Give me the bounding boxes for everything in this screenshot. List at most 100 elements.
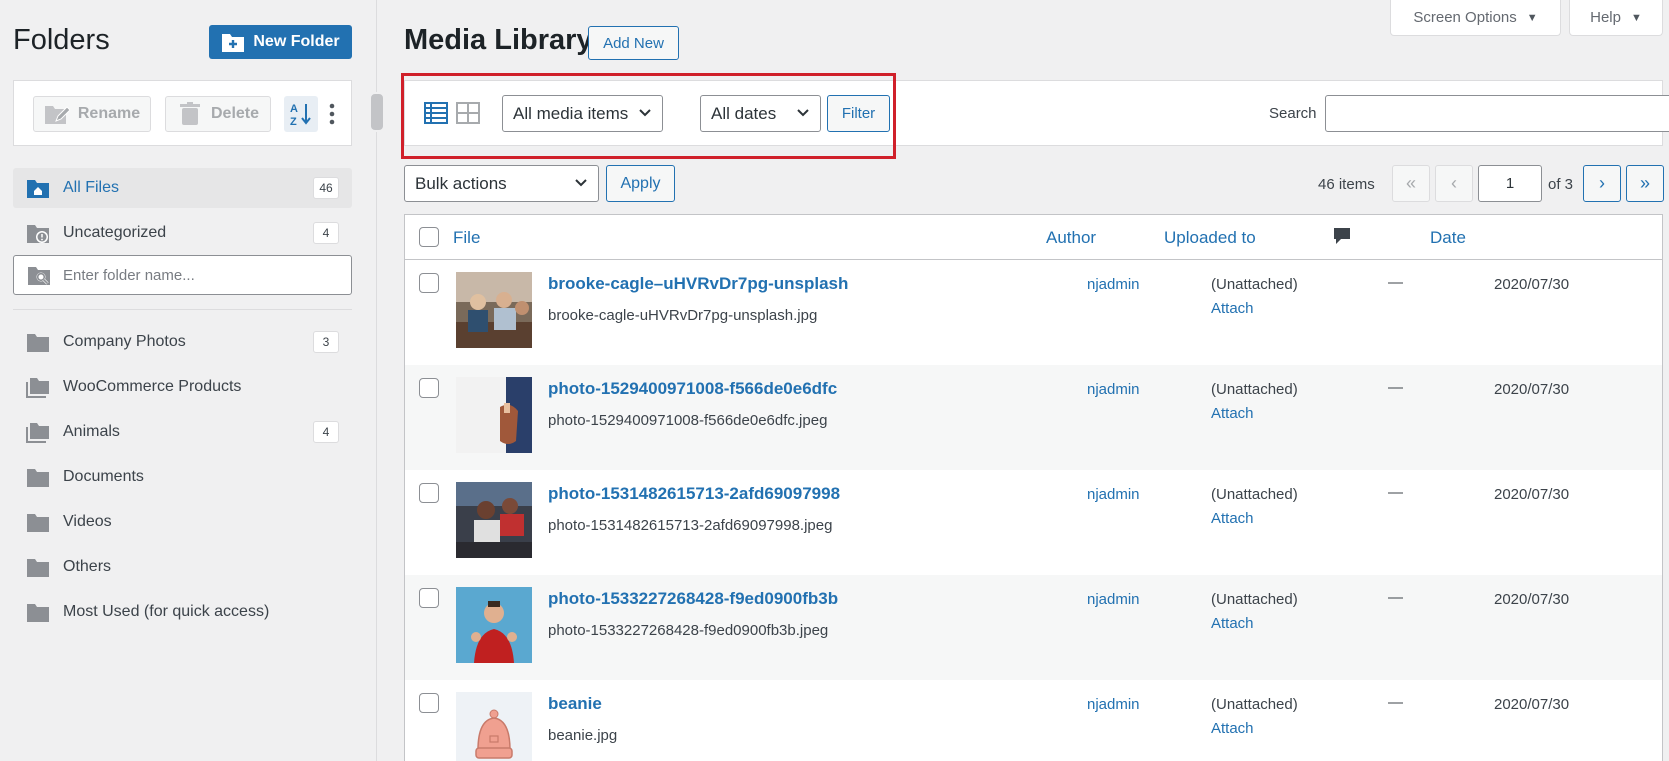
folder-item-others[interactable]: Others bbox=[13, 547, 352, 587]
folder-name-input[interactable] bbox=[63, 266, 333, 284]
media-title-link[interactable]: photo-1533227268428-f9ed0900fb3b bbox=[548, 589, 838, 609]
uploaded-to-status: (Unattached) bbox=[1211, 486, 1298, 503]
add-new-button[interactable]: Add New bbox=[588, 26, 679, 60]
row-checkbox[interactable] bbox=[419, 378, 439, 398]
comment-count: — bbox=[1388, 274, 1403, 291]
folder-item-uncategorized[interactable]: Uncategorized 4 bbox=[13, 213, 352, 253]
media-filename: beanie.jpg bbox=[548, 727, 618, 744]
sidebar-divider bbox=[13, 309, 352, 310]
folders-title: Folders bbox=[13, 24, 110, 56]
author-link[interactable]: njadmin bbox=[1087, 381, 1140, 398]
comment-count: — bbox=[1388, 484, 1403, 501]
total-pages: of 3 bbox=[1548, 176, 1574, 193]
chevron-down-icon bbox=[575, 179, 587, 187]
author-link[interactable]: njadmin bbox=[1087, 276, 1140, 293]
media-thumbnail[interactable] bbox=[456, 377, 532, 453]
folder-item-company-photos[interactable]: Company Photos 3 bbox=[13, 322, 352, 362]
attach-link[interactable]: Attach bbox=[1211, 720, 1254, 737]
sort-az-button[interactable]: AZ bbox=[284, 96, 318, 132]
screen-options-button[interactable]: Screen Options ▼ bbox=[1390, 0, 1561, 36]
table-row: beanie beanie.jpg njadmin (Unattached) A… bbox=[405, 680, 1662, 761]
bulk-actions-select[interactable]: Bulk actions bbox=[404, 165, 599, 202]
media-title-link[interactable]: beanie bbox=[548, 694, 602, 714]
more-options-button[interactable] bbox=[324, 96, 340, 132]
media-title-link[interactable]: photo-1531482615713-2afd69097998 bbox=[548, 484, 840, 504]
filter-button[interactable]: Filter bbox=[827, 95, 890, 132]
first-page-button[interactable]: « bbox=[1392, 165, 1430, 202]
folder-count-badge: 3 bbox=[313, 331, 339, 353]
folder-name-search[interactable] bbox=[13, 255, 352, 295]
folder-label: Most Used (for quick access) bbox=[63, 603, 270, 620]
svg-text:A: A bbox=[290, 103, 298, 115]
folder-count-badge: 4 bbox=[313, 222, 339, 244]
media-thumbnail[interactable] bbox=[456, 272, 532, 348]
folder-label: Uncategorized bbox=[63, 224, 167, 241]
help-button[interactable]: Help ▼ bbox=[1569, 0, 1663, 36]
chevron-down-icon bbox=[639, 109, 651, 117]
folder-item-videos[interactable]: Videos bbox=[13, 502, 352, 542]
folder-item-all-files[interactable]: All Files 46 bbox=[13, 168, 352, 208]
table-row: photo-1531482615713-2afd69097998 photo-1… bbox=[405, 470, 1662, 575]
row-checkbox[interactable] bbox=[419, 693, 439, 713]
folder-icon bbox=[26, 601, 50, 623]
media-filter-bar: All media items All dates Filter Search bbox=[404, 80, 1669, 146]
media-thumbnail[interactable] bbox=[456, 482, 532, 558]
folder-item-animals[interactable]: Animals 4 bbox=[13, 412, 352, 452]
trash-icon bbox=[179, 102, 200, 125]
row-checkbox[interactable] bbox=[419, 483, 439, 503]
home-folder-icon bbox=[26, 177, 50, 199]
delete-button[interactable]: Delete bbox=[165, 96, 271, 132]
multi-folder-icon bbox=[26, 376, 50, 398]
vertical-dots-icon bbox=[329, 103, 335, 125]
attach-link[interactable]: Attach bbox=[1211, 300, 1254, 317]
author-link[interactable]: njadmin bbox=[1087, 591, 1140, 608]
comment-bubble-icon[interactable] bbox=[1333, 227, 1351, 250]
list-view-button[interactable] bbox=[423, 100, 449, 126]
select-all-checkbox[interactable] bbox=[419, 227, 439, 247]
caret-down-icon: ▼ bbox=[1526, 11, 1538, 24]
folder-label: Animals bbox=[63, 423, 120, 440]
apply-button[interactable]: Apply bbox=[606, 165, 675, 202]
media-search-input[interactable] bbox=[1325, 95, 1669, 132]
folder-icon bbox=[26, 511, 50, 533]
new-folder-label: New Folder bbox=[253, 33, 340, 50]
media-title-link[interactable]: brooke-cagle–uHVRvDr7pg-unsplash bbox=[548, 274, 848, 294]
media-library-main: Media Library Add New Screen Options ▼ H… bbox=[378, 0, 1669, 761]
folders-sidebar: Folders New Folder Rename Delete AZ All … bbox=[0, 0, 377, 761]
column-file[interactable]: File bbox=[453, 228, 480, 248]
folder-count-badge: 46 bbox=[313, 177, 339, 199]
folder-item-most-used[interactable]: Most Used (for quick access) bbox=[13, 592, 352, 632]
row-checkbox[interactable] bbox=[419, 273, 439, 293]
uploaded-to-status: (Unattached) bbox=[1211, 696, 1298, 713]
author-link[interactable]: njadmin bbox=[1087, 486, 1140, 503]
column-uploaded-to[interactable]: Uploaded to bbox=[1164, 228, 1256, 248]
prev-page-button[interactable]: ‹ bbox=[1435, 165, 1473, 202]
chevron-down-icon bbox=[797, 109, 809, 117]
upload-date: 2020/07/30 bbox=[1494, 696, 1570, 713]
attach-link[interactable]: Attach bbox=[1211, 615, 1254, 632]
add-folder-icon bbox=[222, 34, 245, 52]
media-table: File Author Uploaded to Date brooke-cagl… bbox=[404, 214, 1663, 761]
uncategorized-folder-icon bbox=[26, 222, 50, 244]
new-folder-button[interactable]: New Folder bbox=[209, 25, 352, 59]
rename-button[interactable]: Rename bbox=[33, 96, 151, 132]
row-checkbox[interactable] bbox=[419, 588, 439, 608]
date-select[interactable]: All dates bbox=[700, 95, 821, 132]
attach-link[interactable]: Attach bbox=[1211, 405, 1254, 422]
author-link[interactable]: njadmin bbox=[1087, 696, 1140, 713]
folder-item-documents[interactable]: Documents bbox=[13, 457, 352, 497]
media-type-value: All media items bbox=[513, 103, 629, 123]
next-page-button[interactable]: › bbox=[1583, 165, 1621, 202]
table-row: photo-1529400971008-f566de0e6dfc photo-1… bbox=[405, 365, 1662, 470]
media-title-link[interactable]: photo-1529400971008-f566de0e6dfc bbox=[548, 379, 837, 399]
current-page-input[interactable]: 1 bbox=[1478, 165, 1542, 202]
column-date[interactable]: Date bbox=[1430, 228, 1466, 248]
media-thumbnail[interactable] bbox=[456, 587, 532, 663]
last-page-button[interactable]: » bbox=[1626, 165, 1664, 202]
media-thumbnail[interactable] bbox=[456, 692, 532, 761]
folder-item-woocommerce-products[interactable]: WooCommerce Products bbox=[13, 367, 352, 407]
grid-view-button[interactable] bbox=[455, 100, 481, 126]
media-type-select[interactable]: All media items bbox=[502, 95, 663, 132]
attach-link[interactable]: Attach bbox=[1211, 510, 1254, 527]
upload-date: 2020/07/30 bbox=[1494, 381, 1570, 398]
